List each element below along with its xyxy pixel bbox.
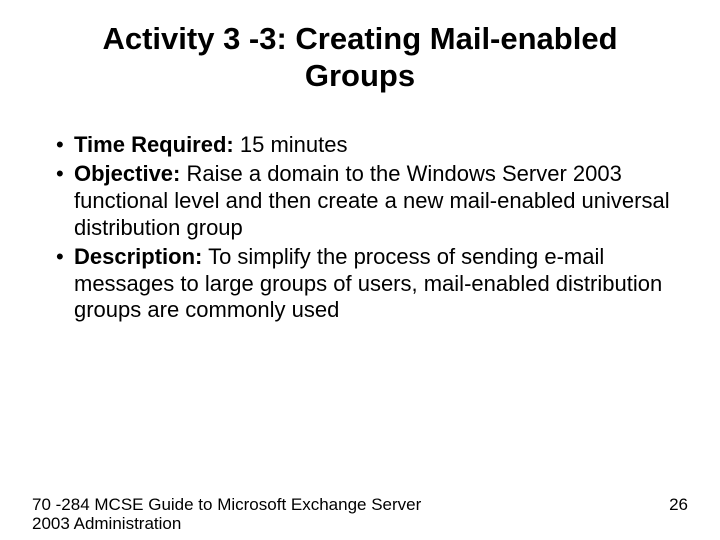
slide-body: Time Required: 15 minutes Objective: Rai… <box>32 132 688 324</box>
page-number: 26 <box>669 495 688 515</box>
slide-title: Activity 3 -3: Creating Mail-enabled Gro… <box>72 20 648 94</box>
bullet-label: Description: <box>74 244 202 269</box>
bullet-text: 15 minutes <box>234 132 348 157</box>
list-item: Description: To simplify the process of … <box>56 244 688 324</box>
slide: Activity 3 -3: Creating Mail-enabled Gro… <box>0 0 720 540</box>
bullet-label: Objective: <box>74 161 180 186</box>
bullet-list: Time Required: 15 minutes Objective: Rai… <box>32 132 688 324</box>
footer-text: 70 -284 MCSE Guide to Microsoft Exchange… <box>32 495 462 534</box>
list-item: Objective: Raise a domain to the Windows… <box>56 161 688 241</box>
bullet-label: Time Required: <box>74 132 234 157</box>
footer: 70 -284 MCSE Guide to Microsoft Exchange… <box>32 495 688 534</box>
list-item: Time Required: 15 minutes <box>56 132 688 159</box>
